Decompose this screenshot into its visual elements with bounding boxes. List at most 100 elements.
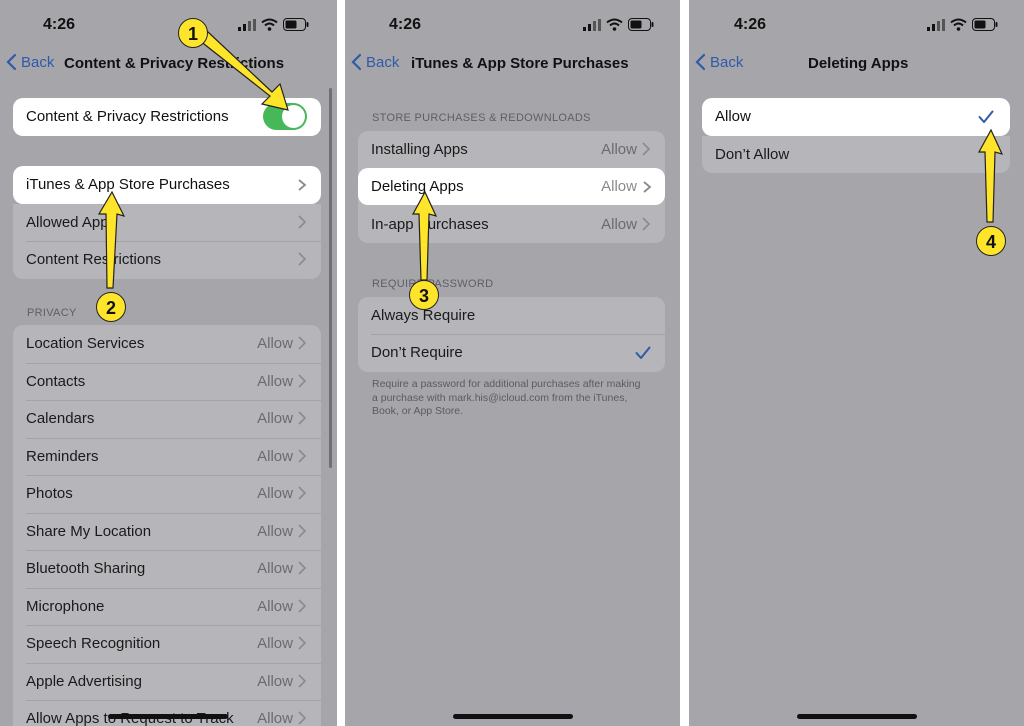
navigation-bar: Back iTunes & App Store Purchases: [345, 53, 680, 77]
row-value: Allow: [257, 335, 293, 352]
navigation-bar: Back Content & Privacy Restrictions: [0, 53, 337, 77]
row-value: Allow: [257, 447, 293, 465]
allowed-apps-row[interactable]: Allowed Apps: [13, 204, 321, 241]
clock: 4:26: [389, 16, 422, 33]
content-privacy-toggle-row[interactable]: Content & Privacy Restrictions: [13, 98, 321, 136]
row-value: Allow: [257, 710, 293, 726]
row-label: Calendars: [26, 410, 95, 427]
privacy-row[interactable]: Photos Allow: [13, 475, 321, 512]
dont-allow-option-row[interactable]: Don’t Allow: [702, 136, 1010, 173]
deleting-apps-row[interactable]: Deleting Apps Allow: [358, 168, 665, 205]
toggle-label: Content & Privacy Restrictions: [26, 108, 229, 125]
battery-icon: [972, 18, 998, 31]
chevron-right-icon: [298, 523, 307, 538]
privacy-row[interactable]: Contacts Allow: [13, 363, 321, 400]
chevron-right-icon: [298, 486, 307, 500]
dont-require-row[interactable]: Don’t Require: [358, 334, 665, 371]
panel-deleting-apps: 4:26 Back Deleting Apps Allow Don’t Allo…: [689, 0, 1024, 726]
row-label: Apple Advertising: [26, 672, 142, 690]
dont-allow-group: Don’t Allow: [702, 136, 1010, 173]
chevron-right-icon: [298, 252, 307, 266]
annotation-badge-3: 3: [409, 280, 439, 310]
in-app-purchases-row[interactable]: In-app Purchases Allow: [358, 206, 665, 243]
checkmark-icon: [978, 110, 994, 123]
chevron-right-icon: [642, 142, 651, 156]
privacy-row[interactable]: Bluetooth Sharing Allow: [13, 550, 321, 587]
row-value: Allow: [601, 141, 637, 158]
back-button[interactable]: Back: [351, 53, 399, 71]
row-label: Content Restrictions: [26, 251, 162, 268]
privacy-settings-group: Location Services Allow Contacts Allow Calen…: [13, 325, 321, 726]
back-button[interactable]: Back: [695, 53, 743, 71]
allow-option-row[interactable]: Allow: [702, 98, 1010, 136]
privacy-row[interactable]: Share My Location Allow: [13, 513, 321, 550]
cellular-signal-icon: [583, 19, 601, 31]
row-value: Allow: [257, 485, 293, 502]
wifi-icon: [606, 18, 623, 31]
battery-icon: [628, 18, 654, 31]
row-label: Photos: [26, 485, 73, 502]
clock: 4:26: [43, 16, 76, 33]
chevron-right-icon: [298, 336, 307, 350]
clock: 4:26: [734, 16, 767, 33]
itunes-app-store-purchases-row[interactable]: iTunes & App Store Purchases: [13, 166, 321, 204]
row-label: iTunes & App Store Purchases: [26, 176, 230, 193]
privacy-section-header: PRIVACY: [27, 307, 77, 319]
row-label: Allowed Apps: [26, 214, 117, 231]
home-indicator: [108, 714, 228, 719]
status-bar: 4:26: [689, 14, 1024, 36]
privacy-row[interactable]: Location Services Allow: [13, 325, 321, 362]
option-label: Don’t Allow: [715, 146, 790, 163]
row-label: Bluetooth Sharing: [26, 560, 146, 577]
home-indicator: [797, 714, 917, 719]
page-title: iTunes & App Store Purchases: [411, 55, 629, 72]
wifi-icon: [261, 18, 278, 31]
always-require-row[interactable]: Always Require: [358, 297, 665, 334]
chevron-right-icon: [298, 448, 307, 463]
chevron-right-icon: [298, 179, 307, 191]
password-footnote: Require a password for additional purcha…: [372, 378, 641, 417]
privacy-row[interactable]: Calendars Allow: [13, 400, 321, 437]
annotation-badge-2: 2: [96, 292, 126, 322]
annotation-badge-1: 1: [178, 18, 208, 48]
row-value: Allow: [257, 597, 293, 615]
row-label: Reminders: [26, 447, 99, 465]
privacy-row[interactable]: Apple Advertising Allow: [13, 663, 321, 700]
chevron-right-icon: [298, 673, 307, 688]
row-label: Don’t Require: [371, 344, 463, 361]
chevron-right-icon: [298, 215, 307, 229]
store-section-header: STORE PURCHASES & REDOWNLOADS: [372, 112, 591, 124]
chevron-right-icon: [298, 636, 307, 650]
privacy-row[interactable]: Reminders Allow: [13, 438, 321, 475]
chevron-left-icon: [6, 53, 17, 71]
content-restrictions-row[interactable]: Content Restrictions: [13, 241, 321, 278]
row-value: Allow: [257, 560, 293, 577]
back-button[interactable]: Back: [6, 53, 54, 71]
privacy-row[interactable]: Microphone Allow: [13, 588, 321, 625]
top-settings-group: Allowed Apps Content Restrictions: [13, 204, 321, 279]
row-label: Share My Location: [26, 522, 152, 540]
chevron-right-icon: [298, 411, 307, 425]
status-bar: 4:26: [0, 14, 337, 36]
row-value: Allow: [601, 178, 637, 195]
checkmark-icon: [635, 346, 651, 359]
privacy-row[interactable]: Allow Apps to Request to TrackAllow: [13, 700, 321, 726]
back-label: Back: [21, 53, 55, 71]
chevron-right-icon: [642, 217, 651, 231]
chevron-right-icon: [643, 181, 652, 193]
privacy-row[interactable]: Speech Recognition Allow: [13, 625, 321, 662]
cellular-signal-icon: [927, 19, 945, 31]
row-label: In-app Purchases: [371, 216, 489, 233]
installing-apps-row[interactable]: Installing Apps Allow: [358, 131, 665, 168]
page-title: Content & Privacy Restrictions: [64, 55, 285, 72]
status-bar: 4:26: [345, 14, 680, 36]
panel-content-privacy: 4:26 Back Content & Privacy Restrictions…: [0, 0, 337, 726]
row-value: Allow: [257, 672, 293, 690]
chevron-right-icon: [298, 711, 307, 725]
back-label: Back: [366, 53, 400, 71]
scrollbar[interactable]: [329, 88, 332, 468]
content-privacy-toggle[interactable]: [263, 103, 307, 130]
row-label: Contacts: [26, 372, 86, 390]
home-indicator: [453, 714, 573, 719]
chevron-right-icon: [298, 598, 307, 613]
